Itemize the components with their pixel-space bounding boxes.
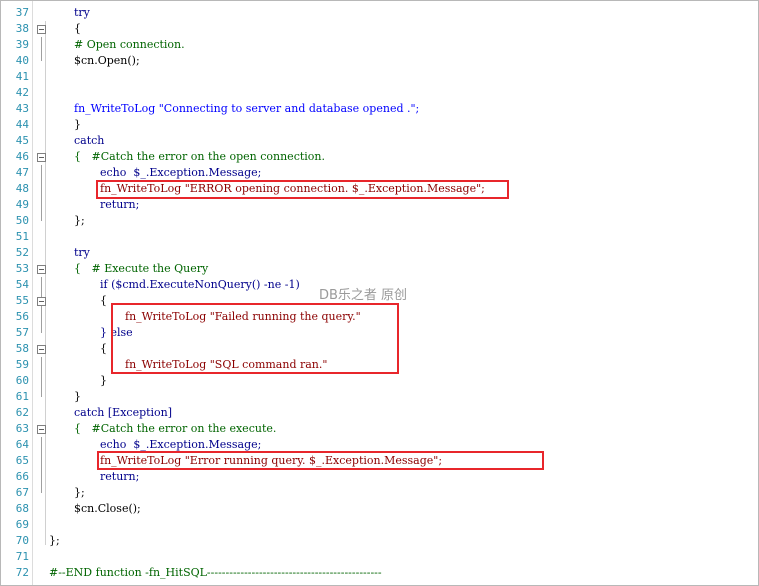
line-number: 63	[15, 422, 29, 435]
line-number: 68	[15, 502, 29, 515]
code-line: 44 }	[1, 117, 756, 133]
code-text: try	[74, 6, 90, 19]
code-line: 68 $cn.Close();	[1, 501, 756, 517]
code-line: 46 { #Catch the error on the open connec…	[1, 149, 756, 165]
code-comment: { #Catch the error on the open connectio…	[74, 150, 325, 163]
line-number: 70	[15, 534, 29, 547]
code-editor[interactable]: 37 try 38 { 39 # Open connection. 40 $cn…	[0, 0, 759, 586]
code-text: {	[74, 22, 81, 35]
code-line: 41	[1, 69, 756, 85]
line-number: 60	[15, 374, 29, 387]
line-number: 55	[15, 294, 29, 307]
code-text: catch [Exception]	[74, 406, 173, 419]
highlight-box	[111, 303, 399, 374]
line-number: 39	[15, 38, 29, 51]
code-line: 42	[1, 85, 756, 101]
code-line: 45 catch	[1, 133, 756, 149]
code-comment: #--END function -fn_HitSQL--------------…	[49, 566, 382, 579]
line-number: 44	[15, 118, 29, 131]
line-number: 62	[15, 406, 29, 419]
line-number: 52	[15, 246, 29, 259]
code-text: {	[100, 342, 107, 355]
code-comment: { # Execute the Query	[74, 262, 209, 275]
code-comment: # Open connection.	[74, 38, 185, 51]
line-number: 51	[15, 230, 29, 243]
code-line: 69	[1, 517, 756, 533]
line-number: 71	[15, 550, 29, 563]
code-line: 63 { #Catch the error on the execute.	[1, 421, 756, 437]
line-number: 53	[15, 262, 29, 275]
code-line: 72 #--END function -fn_HitSQL-----------…	[1, 565, 756, 581]
code-line: 53 { # Execute the Query	[1, 261, 756, 277]
code-line: 66 return;	[1, 469, 756, 485]
line-number: 65	[15, 454, 29, 467]
line-number: 42	[15, 86, 29, 99]
line-number: 72	[15, 566, 29, 579]
code-text: {	[100, 294, 107, 307]
code-line: 61 }	[1, 389, 756, 405]
line-number: 69	[15, 518, 29, 531]
line-number: 50	[15, 214, 29, 227]
code-line: 60 }	[1, 373, 756, 389]
code-text: }	[100, 374, 107, 387]
line-number: 38	[15, 22, 29, 35]
code-line: 62 catch [Exception]	[1, 405, 756, 421]
code-text: };	[49, 534, 60, 547]
fold-toggle-icon[interactable]	[37, 153, 46, 162]
fold-toggle-icon[interactable]	[37, 25, 46, 34]
highlight-box	[97, 451, 544, 470]
code-line: 37 try	[1, 5, 756, 21]
code-line: 40 $cn.Open();	[1, 53, 756, 69]
code-text: fn_WriteToLog "Connecting to server and …	[74, 102, 420, 115]
line-number: 66	[15, 470, 29, 483]
watermark-text: DB乐之者 原创	[319, 288, 408, 303]
code-text: }	[74, 118, 81, 131]
fold-toggle-icon[interactable]	[37, 265, 46, 274]
code-text: try	[74, 246, 90, 259]
code-text: }	[74, 390, 81, 403]
line-number: 56	[15, 310, 29, 323]
code-line: 43 fn_WriteToLog "Connecting to server a…	[1, 101, 756, 117]
line-number: 49	[15, 198, 29, 211]
line-number: 41	[15, 70, 29, 83]
code-text: echo $_.Exception.Message;	[100, 166, 262, 179]
code-line: 39 # Open connection.	[1, 37, 756, 53]
code-line: 51	[1, 229, 756, 245]
code-text: $cn.Close();	[74, 502, 141, 515]
line-number: 46	[15, 150, 29, 163]
code-text: return;	[100, 198, 140, 211]
code-text: if ($cmd.ExecuteNonQuery() -ne -1)	[100, 278, 300, 291]
fold-toggle-icon[interactable]	[37, 297, 46, 306]
line-number: 48	[15, 182, 29, 195]
line-number: 47	[15, 166, 29, 179]
line-number: 58	[15, 342, 29, 355]
code-text: return;	[100, 470, 140, 483]
code-text: };	[74, 214, 85, 227]
line-number: 57	[15, 326, 29, 339]
fold-toggle-icon[interactable]	[37, 345, 46, 354]
fold-toggle-icon[interactable]	[37, 425, 46, 434]
code-line: 38 {	[1, 21, 756, 37]
line-number: 59	[15, 358, 29, 371]
line-number: 61	[15, 390, 29, 403]
line-number: 45	[15, 134, 29, 147]
line-number: 43	[15, 102, 29, 115]
code-line: 52 try	[1, 245, 756, 261]
line-number: 40	[15, 54, 29, 67]
code-line: 71	[1, 549, 756, 565]
line-number: 67	[15, 486, 29, 499]
line-number: 37	[15, 6, 29, 19]
code-line: 67 };	[1, 485, 756, 501]
code-line: 47 echo $_.Exception.Message;	[1, 165, 756, 181]
highlight-box	[96, 180, 509, 199]
code-line: 70 };	[1, 533, 756, 549]
code-text: catch	[74, 134, 105, 147]
code-line: 50 };	[1, 213, 756, 229]
code-text: };	[74, 486, 85, 499]
code-comment: { #Catch the error on the execute.	[74, 422, 277, 435]
line-number: 64	[15, 438, 29, 451]
line-number: 54	[15, 278, 29, 291]
code-text: $cn.Open();	[74, 54, 140, 67]
code-line: 49 return;	[1, 197, 756, 213]
